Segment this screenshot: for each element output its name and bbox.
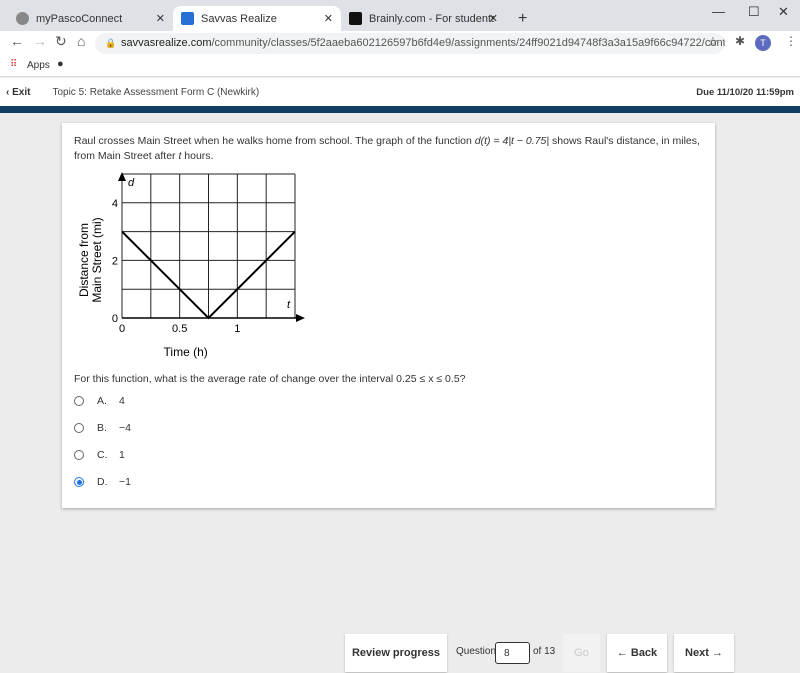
x-tick-label: 0 [119,323,125,335]
radio-button[interactable] [74,477,84,487]
globe-icon[interactable]: ● [57,58,64,70]
tab-title: Brainly.com - For students. By stu [369,12,494,25]
x-axis-title: Time (h) [164,345,208,359]
question-card: Raul crosses Main Street when he walks h… [62,123,715,508]
assessment-header: ‹ Exit Topic 5: Retake Assessment Form C… [0,78,800,107]
extensions-icon[interactable]: ✱ [735,34,745,48]
url-input[interactable]: 🔒 savvasrealize.com/community/classes/5f2… [95,33,725,54]
review-progress-button[interactable]: Review progress [345,634,447,672]
profile-avatar[interactable]: T [755,35,771,51]
footer-nav: Review progress Question 8 of 13 Go ← Ba… [0,630,800,673]
url-path: /community/classes/5f2aaeba602126597b6fd… [211,37,725,49]
forward-icon[interactable]: → [33,33,47,49]
brainly-favicon-icon [349,12,362,25]
arrow-right-icon: → [711,647,723,659]
close-tab-icon[interactable]: ✕ [489,12,498,25]
close-tab-icon[interactable]: ✕ [156,12,165,25]
y-axis-title-line2: Main Street (mi) [90,217,104,302]
url-domain: savvasrealize.com [121,37,212,49]
savvas-favicon-icon [181,12,194,25]
lock-icon: 🔒 [105,38,117,48]
question-label: Question [456,646,497,657]
x-tick-label: 1 [234,323,240,335]
due-date: Due 11/10/20 11:59pm [696,87,794,98]
distance-time-graph: d t 0 0.5 1 0 2 4 Time (h) Distance from Main Stre… [77,172,305,359]
next-label: Next [685,647,709,659]
new-tab-button[interactable]: + [510,6,535,31]
option-letter: A. [97,395,107,407]
close-window-icon[interactable]: ✕ [778,4,789,20]
bookmark-apps[interactable]: Apps [27,60,50,71]
back-label: Back [630,647,658,659]
question-number-input[interactable]: 8 [495,642,530,664]
exit-button[interactable]: ‹ Exit [6,87,30,98]
tab-title: myPascoConnect [36,12,123,25]
option-letter: B. [97,422,107,434]
y-variable-label: d [128,177,135,189]
minimize-icon[interactable]: — [712,4,725,19]
apps-grid-icon: ⠿ [10,59,17,70]
close-tab-icon[interactable]: ✕ [324,12,333,25]
favicon-icon [16,12,29,25]
home-icon[interactable]: ⌂ [77,33,85,49]
reload-icon[interactable]: ↻ [55,33,67,50]
back-button[interactable]: ← Back [607,634,667,672]
answer-option[interactable]: C. 1 [74,449,125,461]
maximize-icon[interactable]: ☐ [748,4,760,20]
tab-title: Savvas Realize [201,12,277,25]
next-button[interactable]: Next → [674,634,734,672]
y-axis-arrow-icon [118,172,126,181]
arrow-left-icon: ← [616,647,628,659]
question-count: of 13 [533,646,556,657]
option-value: 4 [119,395,125,407]
go-button[interactable]: Go [563,634,600,672]
answer-option[interactable]: D. −1 [74,476,131,488]
header-accent-bar [0,106,800,113]
y-tick-label: 0 [112,313,118,325]
assessment-title: Topic 5: Retake Assessment Form C (Newki… [52,87,260,98]
tab-brainly[interactable]: Brainly.com - For students. By stu✕ [341,6,506,31]
option-value: 1 [119,449,125,461]
exit-label: Exit [12,87,31,98]
option-value: −4 [119,422,131,434]
back-icon[interactable]: ← [10,33,24,49]
y-tick-label: 4 [112,198,118,210]
menu-icon[interactable]: ⋮ [785,34,797,48]
radio-button[interactable] [74,396,84,406]
y-axis-title-line1: Distance from [77,223,91,297]
radio-button[interactable] [74,450,84,460]
address-bar-row: ← → ↻ ⌂ 🔒 savvasrealize.com/community/cla… [0,31,800,55]
tab-savvas-realize[interactable]: Savvas Realize ✕ [173,6,341,31]
x-tick-label: 0.5 [172,323,187,335]
option-value: −1 [119,476,131,488]
answer-option[interactable]: A. 4 [74,395,125,407]
radio-button[interactable] [74,423,84,433]
bookmark-star-icon[interactable]: ☆ [707,34,719,50]
tab-bar: myPascoConnect ✕ Savvas Realize ✕ Brainly.… [0,0,800,31]
question-prompt: For this function, what is the average r… [74,373,466,385]
tab-mypascoconnect[interactable]: myPascoConnect ✕ [8,6,173,31]
bookmarks-bar: ⠿ Apps ● [0,55,800,77]
x-axis-arrow-icon [296,314,305,322]
question-text: Raul crosses Main Street when he walks h… [74,135,700,162]
answer-option[interactable]: B. −4 [74,422,131,434]
option-letter: C. [97,449,108,461]
y-tick-label: 2 [112,255,118,267]
x-variable-label: t [287,299,291,311]
option-letter: D. [97,476,108,488]
